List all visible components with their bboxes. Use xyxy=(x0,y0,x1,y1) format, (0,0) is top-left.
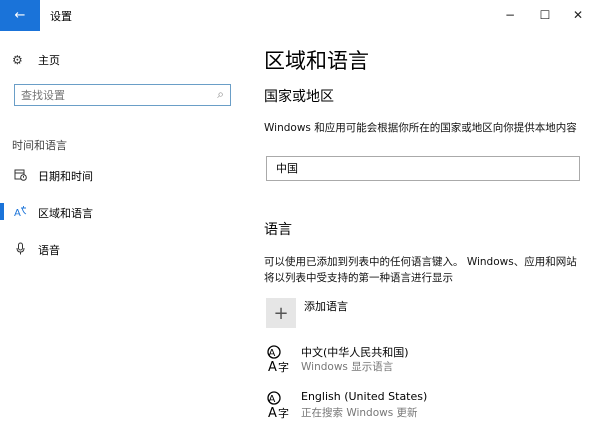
search-input[interactable] xyxy=(21,87,201,103)
search-box[interactable]: ⌕ xyxy=(14,84,231,106)
region-language-icon: A xyxy=(12,205,28,221)
back-arrow-icon: ← xyxy=(14,8,26,23)
language-heading: 语言 xyxy=(264,222,292,238)
search-icon[interactable]: ⌕ xyxy=(217,87,224,102)
sidebar-item-home[interactable]: ⚙ 主页 xyxy=(12,52,60,68)
country-region-select[interactable]: 中国 xyxy=(266,156,580,181)
title-bar: ← 设置 − ☐ ✕ xyxy=(0,0,592,31)
svg-text:A: A xyxy=(268,406,277,420)
region-heading: 国家或地区 xyxy=(264,89,334,105)
close-button[interactable]: ✕ xyxy=(563,6,592,24)
window-title: 设置 xyxy=(50,10,72,23)
language-icon: A A 字 xyxy=(267,345,289,374)
sidebar-item-label: 区域和语言 xyxy=(38,207,93,220)
back-button[interactable]: ← xyxy=(0,0,40,31)
active-indicator xyxy=(0,203,4,220)
language-name: 中文(中华人民共和国) xyxy=(301,346,409,359)
page-title: 区域和语言 xyxy=(264,49,369,73)
svg-text:A: A xyxy=(269,394,276,405)
maximize-button[interactable]: ☐ xyxy=(530,6,560,24)
svg-text:A: A xyxy=(14,208,21,218)
microphone-icon xyxy=(12,242,28,258)
add-language-label[interactable]: 添加语言 xyxy=(304,298,348,314)
svg-text:字: 字 xyxy=(278,406,289,420)
gear-icon: ⚙ xyxy=(12,53,23,67)
plus-icon: + xyxy=(273,302,289,324)
language-status: 正在搜索 Windows 更新 xyxy=(301,407,418,419)
calendar-clock-icon xyxy=(12,168,28,184)
sidebar-item-label: 主页 xyxy=(38,54,60,67)
add-language-button[interactable]: + xyxy=(266,298,296,328)
language-status: Windows 显示语言 xyxy=(301,361,394,373)
sidebar-section-title: 时间和语言 xyxy=(12,139,67,152)
svg-text:A: A xyxy=(269,348,276,359)
region-description: Windows 和应用可能会根据你所在的国家或地区向你提供本地内容 xyxy=(264,122,577,134)
minimize-button[interactable]: − xyxy=(495,6,525,24)
sidebar-item-label: 语音 xyxy=(38,244,60,257)
sidebar-item-speech[interactable]: 语音 xyxy=(12,242,60,258)
svg-text:A: A xyxy=(268,360,277,374)
language-icon: A A 字 xyxy=(267,391,289,420)
svg-text:字: 字 xyxy=(278,360,289,374)
sidebar-item-region-language[interactable]: A 区域和语言 xyxy=(12,205,93,221)
language-name: English (United States) xyxy=(301,390,428,403)
language-description: 可以使用已添加到列表中的任何语言键入。 Windows、应用和网站将以列表中受支… xyxy=(264,256,577,284)
sidebar-item-date-time[interactable]: 日期和时间 xyxy=(12,168,93,184)
sidebar-item-label: 日期和时间 xyxy=(38,170,93,183)
